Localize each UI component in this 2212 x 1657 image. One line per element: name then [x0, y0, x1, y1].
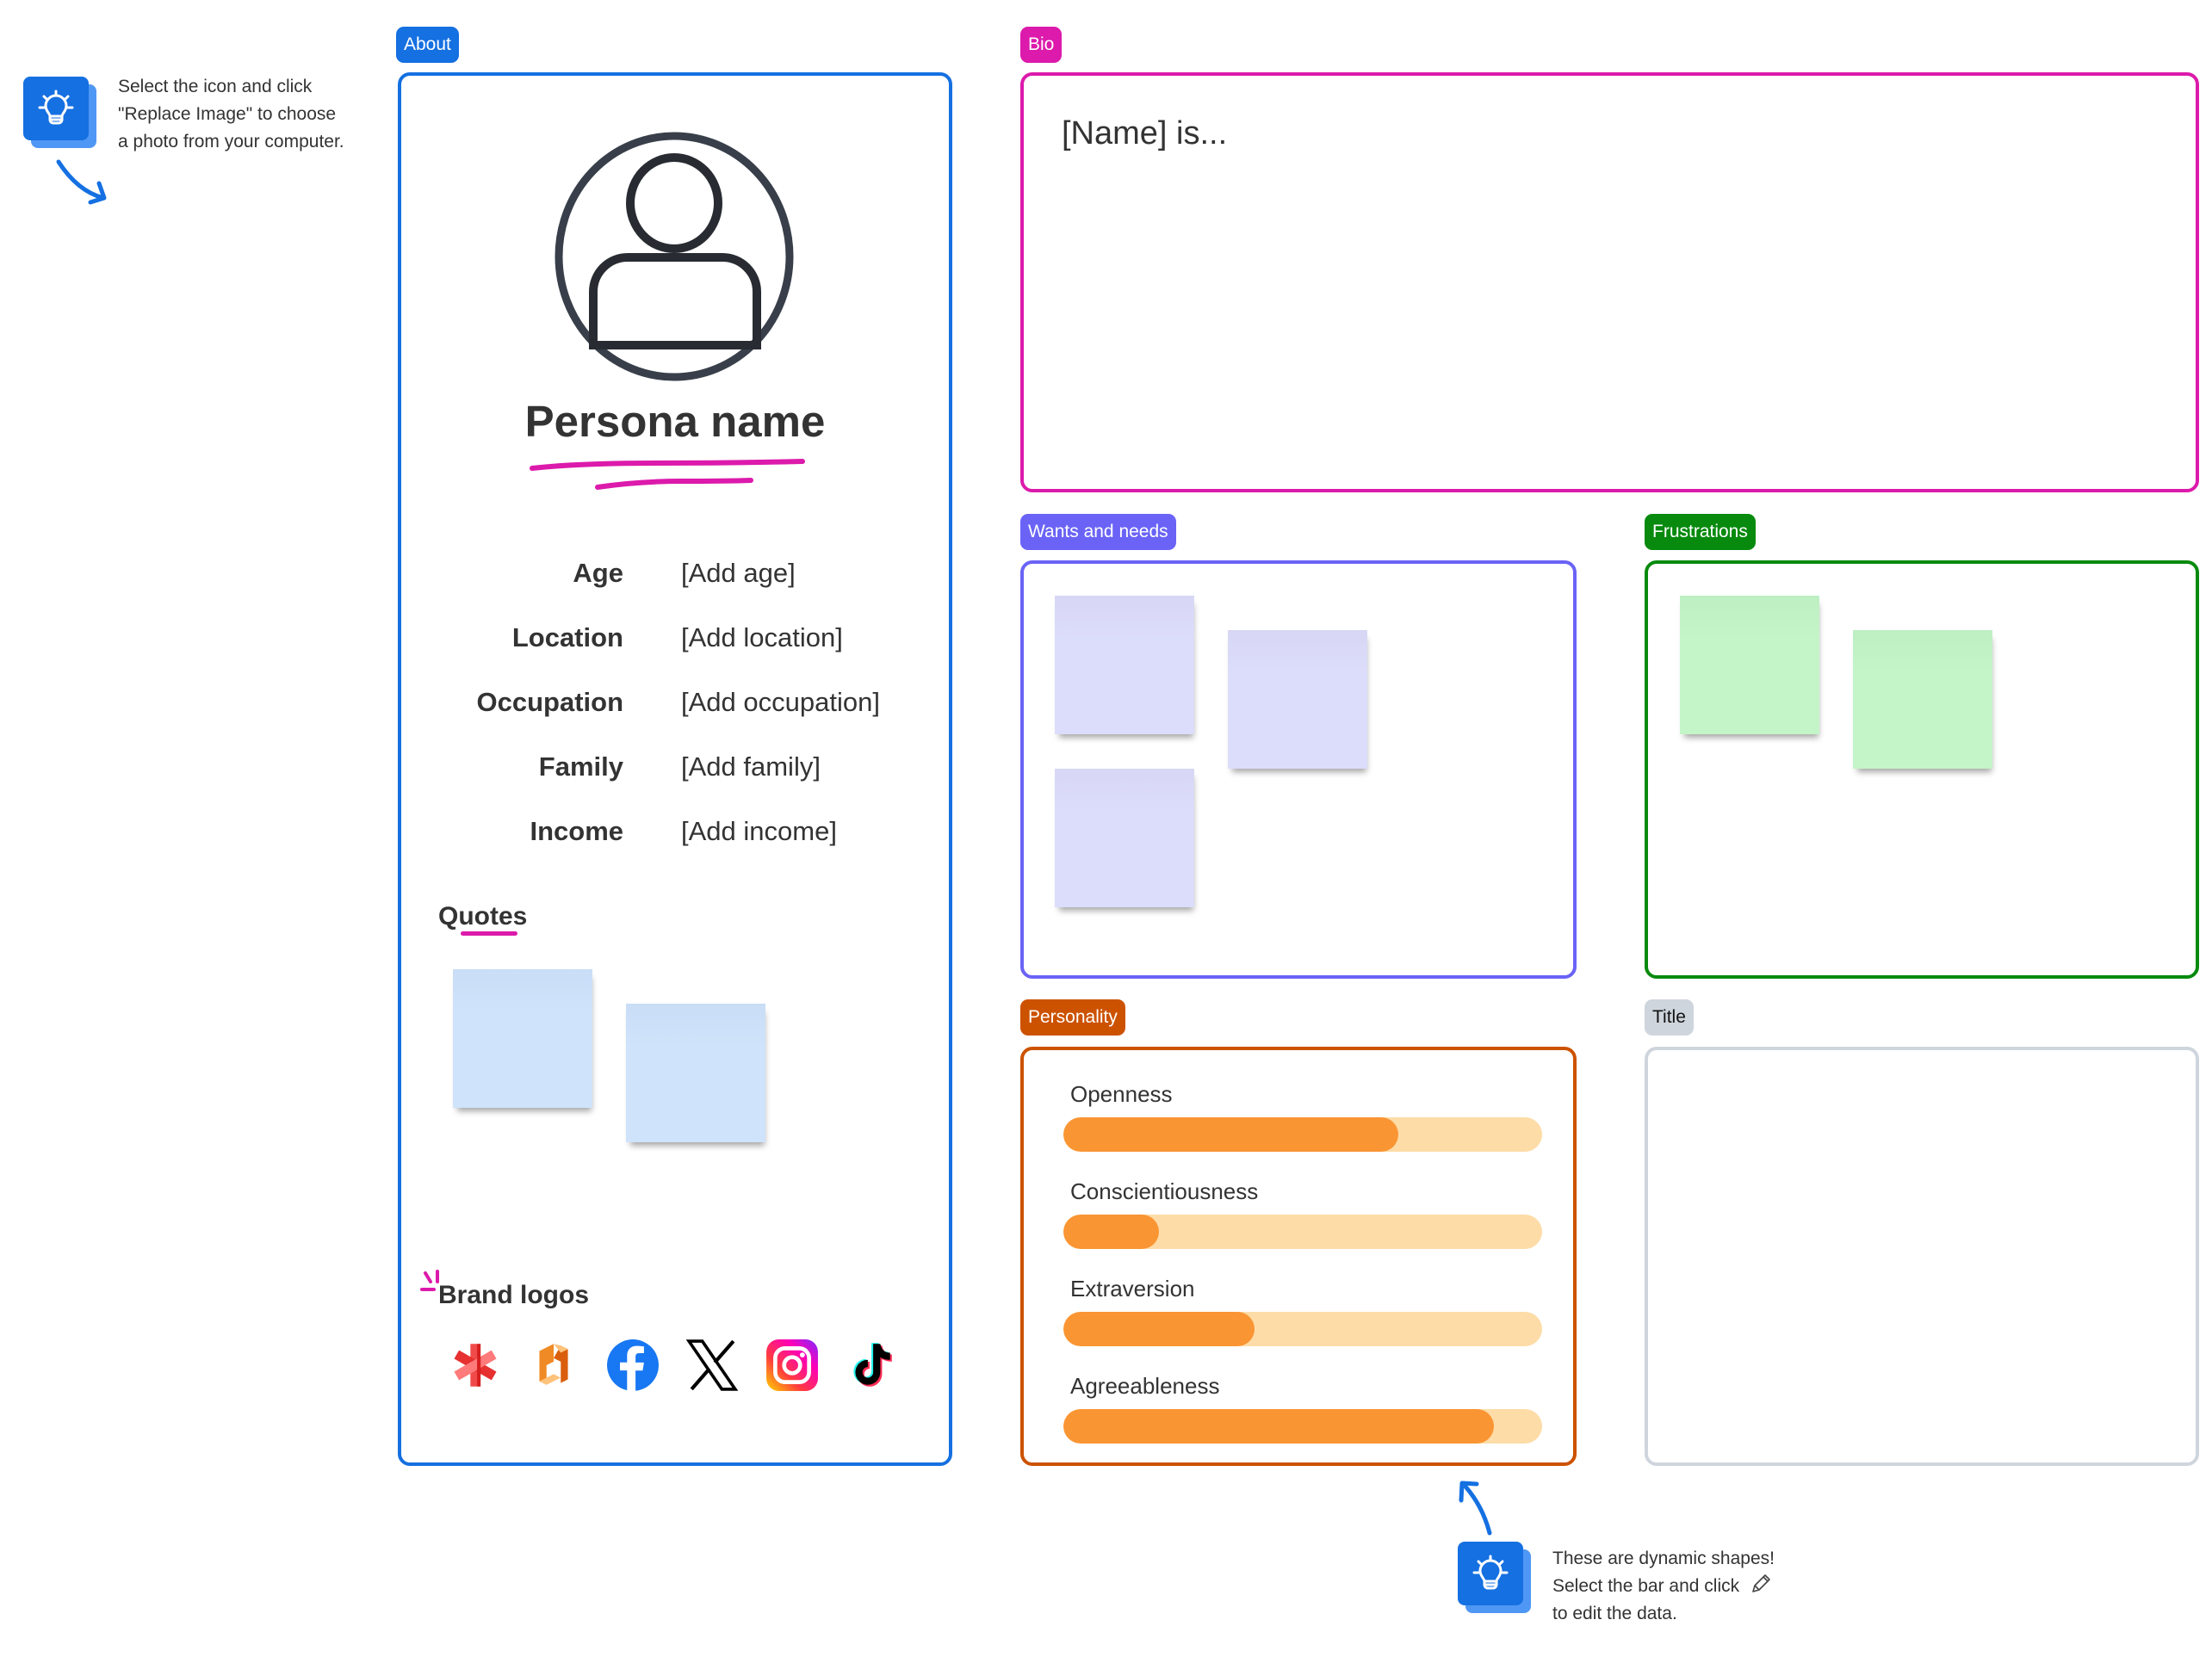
curved-arrow-icon: [1459, 1481, 1492, 1536]
trait-bar-fill[interactable]: [1063, 1409, 1494, 1444]
field-value-occupation[interactable]: [Add occupation]: [681, 687, 880, 718]
title-panel[interactable]: [1645, 1047, 2199, 1466]
x-logo[interactable]: [685, 1339, 739, 1392]
about-panel[interactable]: Persona name Age Location Occupation Fam…: [398, 72, 952, 1466]
tip-line: to edit the data.: [1552, 1604, 1677, 1623]
bio-panel[interactable]: [Name] is...: [1020, 72, 2199, 492]
tip-line: These are dynamic shapes!: [1552, 1549, 1775, 1568]
quotes-underline: [461, 931, 517, 936]
frustrations-sticky-note[interactable]: [1853, 630, 1992, 769]
lightbulb-icon: [1458, 1542, 1523, 1605]
trait-bar-track[interactable]: [1063, 1215, 1542, 1249]
user-avatar-icon[interactable]: [554, 132, 795, 381]
field-label-family: Family: [538, 751, 623, 782]
wants-needs-label[interactable]: Wants and needs: [1020, 514, 1176, 550]
bio-label[interactable]: Bio: [1020, 27, 1063, 63]
wants-sticky-note[interactable]: [1228, 630, 1367, 769]
tip-text-dynamic-shapes: These are dynamic shapes! Select the bar…: [1552, 1545, 1775, 1628]
trait-label: Conscientiousness: [1070, 1178, 1259, 1204]
wants-sticky-note[interactable]: [1055, 596, 1194, 734]
field-value-income[interactable]: [Add income]: [681, 816, 837, 847]
bio-text[interactable]: [Name] is...: [1062, 115, 1227, 152]
frustrations-panel[interactable]: [1645, 560, 2199, 979]
tip-line: Select the icon and click: [118, 77, 313, 96]
curved-arrow-icon: [56, 159, 107, 205]
tip-line: a photo from your computer.: [118, 132, 344, 151]
orange-hexagon-logo[interactable]: [527, 1339, 580, 1392]
profile-fields: Age Location Occupation Family Income [A…: [401, 558, 949, 885]
trait-bar-fill[interactable]: [1063, 1312, 1255, 1346]
tip-text-replace-image: Select the icon and click "Replace Image…: [118, 73, 344, 156]
red-asterisk-logo[interactable]: [449, 1339, 502, 1392]
lightbulb-icon: [23, 77, 89, 140]
tip-line: Select the bar and click: [1552, 1573, 1775, 1600]
personality-label[interactable]: Personality: [1020, 999, 1125, 1036]
field-label-income: Income: [530, 816, 623, 846]
trait-label: Extraversion: [1070, 1276, 1195, 1301]
quote-sticky-note[interactable]: [626, 1004, 765, 1142]
brand-logos-heading: Brand logos: [438, 1281, 590, 1309]
trait-label: Agreeableness: [1070, 1373, 1220, 1399]
frustrations-label[interactable]: Frustrations: [1645, 514, 1756, 550]
tip-lightbulb-badge[interactable]: [1458, 1542, 1531, 1613]
personality-panel[interactable]: Openness Conscientiousness Extraversion Agr…: [1020, 1047, 1577, 1466]
field-value-location[interactable]: [Add location]: [681, 622, 843, 653]
trait-bar-fill[interactable]: [1063, 1117, 1398, 1152]
quote-sticky-note[interactable]: [453, 969, 592, 1108]
persona-name[interactable]: Persona name: [401, 396, 949, 447]
field-value-family[interactable]: [Add family]: [681, 751, 821, 782]
persona-name-underline: [530, 459, 805, 490]
pencil-icon: [1752, 1574, 1770, 1592]
field-label-age: Age: [573, 558, 623, 588]
trait-bar-track[interactable]: [1063, 1409, 1542, 1444]
trait-bar-track[interactable]: [1063, 1312, 1542, 1346]
facebook-logo[interactable]: [606, 1339, 660, 1392]
title-label[interactable]: Title: [1645, 999, 1694, 1036]
tip-line: "Replace Image" to choose: [118, 104, 337, 124]
trait-label: Openness: [1070, 1081, 1173, 1107]
instagram-logo[interactable]: [765, 1339, 819, 1392]
quotes-heading: Quotes: [438, 902, 528, 931]
tip-lightbulb-badge[interactable]: [23, 77, 96, 148]
about-label[interactable]: About: [396, 27, 459, 63]
field-label-occupation: Occupation: [476, 687, 623, 717]
trait-bar-fill[interactable]: [1063, 1215, 1159, 1249]
wants-needs-panel[interactable]: [1020, 560, 1577, 979]
wants-sticky-note[interactable]: [1055, 769, 1194, 907]
trait-bar-track[interactable]: [1063, 1117, 1542, 1152]
tiktok-logo[interactable]: [844, 1339, 897, 1392]
tip-line-text: Select the bar and click: [1552, 1576, 1740, 1596]
field-value-age[interactable]: [Add age]: [681, 558, 796, 589]
frustrations-sticky-note[interactable]: [1680, 596, 1819, 734]
field-label-location: Location: [511, 622, 623, 652]
